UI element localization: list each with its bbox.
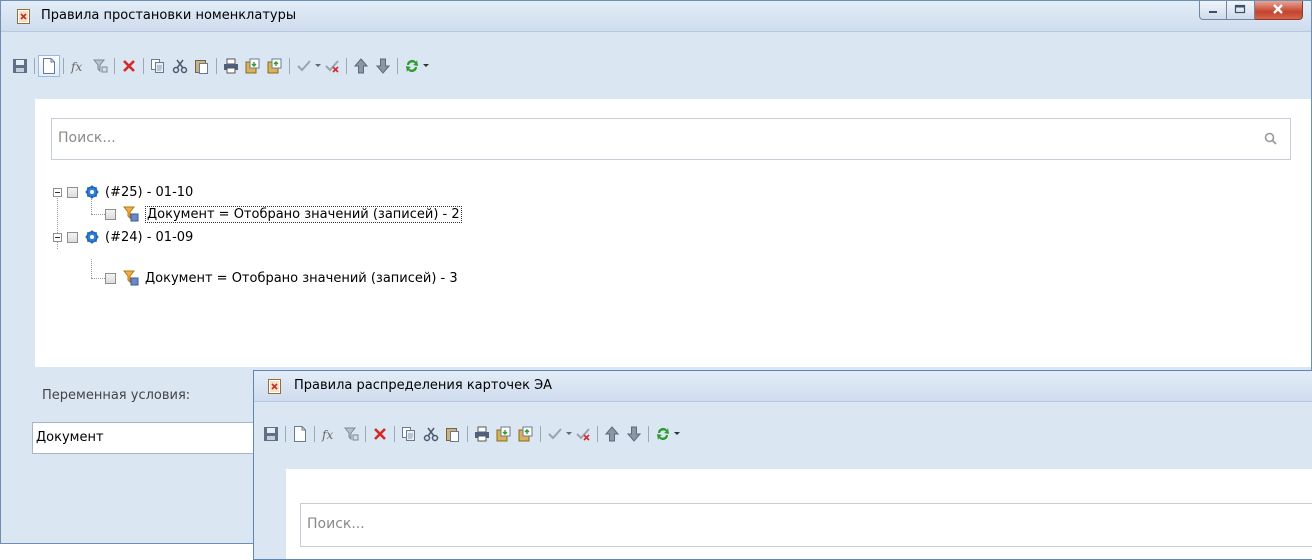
toolbar-separator	[314, 426, 315, 442]
uncheck-icon[interactable]	[321, 55, 343, 77]
tree-node[interactable]: (#25) - 01-10	[53, 181, 193, 203]
rules-panel: Поиск...	[286, 469, 1312, 559]
node-label: (#24) - 01-09	[105, 229, 194, 245]
toolbar-separator	[394, 426, 395, 442]
toolbar-separator	[648, 426, 649, 442]
node-checkbox[interactable]	[105, 208, 116, 220]
tree-node-child[interactable]: Документ = Отобрано значений (записей) -…	[105, 267, 458, 289]
cut-icon[interactable]	[169, 55, 191, 77]
print-icon[interactable]	[471, 423, 493, 445]
svg-text:fx: fx	[321, 428, 333, 442]
move-up-icon[interactable]	[350, 55, 372, 77]
filter-icon	[123, 206, 139, 222]
variable-value: Документ	[36, 430, 104, 445]
export-icon[interactable]	[515, 423, 537, 445]
minimize-button[interactable]	[1199, 1, 1227, 20]
toolbar-separator	[467, 426, 468, 442]
tree-node-child[interactable]: Документ = Отобрано значений (записей) -…	[105, 203, 462, 225]
node-checkbox[interactable]	[105, 272, 116, 284]
search-icon[interactable]	[1264, 132, 1278, 150]
svg-text:fx: fx	[70, 60, 82, 74]
collapse-toggle[interactable]	[53, 232, 62, 242]
check-icon[interactable]	[544, 423, 566, 445]
chevron-down-icon[interactable]	[423, 55, 429, 77]
delete-icon[interactable]	[118, 55, 140, 77]
formula-icon[interactable]: fx	[318, 423, 340, 445]
title-bar[interactable]: Правила распределения карточек ЭА	[254, 371, 1312, 402]
toolbar-separator	[346, 58, 347, 74]
filter-icon[interactable]	[340, 423, 362, 445]
node-checkbox[interactable]	[67, 231, 78, 243]
maximize-button[interactable]	[1227, 1, 1255, 20]
title-bar[interactable]: Правила простановки номенклатуры	[1, 1, 1311, 32]
document-app-icon	[17, 9, 31, 24]
chevron-down-icon[interactable]	[674, 423, 680, 445]
toolbar-separator	[114, 58, 115, 74]
card-distribution-window: Правила распределения карточек ЭА fx Пои…	[253, 370, 1312, 560]
collapse-toggle[interactable]	[53, 187, 62, 197]
filter-icon	[123, 270, 139, 286]
toolbar-separator	[143, 58, 144, 74]
paste-icon[interactable]	[442, 423, 464, 445]
refresh-icon[interactable]	[652, 423, 674, 445]
node-label: (#25) - 01-10	[105, 184, 194, 200]
move-down-icon[interactable]	[623, 423, 645, 445]
uncheck-icon[interactable]	[572, 423, 594, 445]
toolbar-separator	[34, 58, 35, 74]
export-icon[interactable]	[264, 55, 286, 77]
move-up-icon[interactable]	[601, 423, 623, 445]
node-label: Документ = Отобрано значений (записей) -…	[145, 205, 462, 223]
node-checkbox[interactable]	[67, 186, 78, 198]
variable-label: Переменная условия:	[42, 388, 191, 403]
window-title: Правила распределения карточек ЭА	[294, 378, 553, 393]
search-input[interactable]: Поиск...	[300, 503, 1312, 547]
close-button[interactable]	[1255, 1, 1303, 20]
new-icon[interactable]	[289, 423, 311, 445]
new-icon[interactable]	[38, 55, 60, 77]
toolbar-separator	[285, 426, 286, 442]
save-icon[interactable]	[9, 55, 31, 77]
check-icon[interactable]	[293, 55, 315, 77]
move-down-icon[interactable]	[372, 55, 394, 77]
copy-icon[interactable]	[147, 55, 169, 77]
import-icon[interactable]	[493, 423, 515, 445]
import-icon[interactable]	[242, 55, 264, 77]
caption-buttons	[1199, 1, 1303, 23]
rules-panel: Поиск... (#25) - 01-10 Документ = Отобра…	[35, 99, 1311, 367]
toolbar-separator	[63, 58, 64, 74]
toolbar-separator	[540, 426, 541, 442]
delete-icon[interactable]	[369, 423, 391, 445]
search-placeholder: Поиск...	[307, 516, 365, 532]
copy-icon[interactable]	[398, 423, 420, 445]
cut-icon[interactable]	[420, 423, 442, 445]
paste-icon[interactable]	[191, 55, 213, 77]
document-app-icon	[268, 379, 282, 394]
toolbar-separator	[397, 58, 398, 74]
tree-node[interactable]: (#24) - 01-09	[53, 226, 193, 248]
toolbar-separator	[597, 426, 598, 442]
print-icon[interactable]	[220, 55, 242, 77]
variable-field[interactable]: Документ	[32, 422, 272, 454]
node-label: Документ = Отобрано значений (записей) -…	[145, 270, 458, 286]
search-input[interactable]: Поиск...	[51, 118, 1291, 160]
toolbar-separator	[289, 58, 290, 74]
toolbar-separator	[216, 58, 217, 74]
window-title: Правила простановки номенклатуры	[41, 8, 297, 23]
filter-icon[interactable]	[89, 55, 111, 77]
toolbar: fx	[254, 421, 1312, 447]
gear-icon	[85, 185, 99, 199]
save-icon[interactable]	[260, 423, 282, 445]
gear-icon	[85, 230, 99, 244]
formula-icon[interactable]: fx	[67, 55, 89, 77]
refresh-icon[interactable]	[401, 55, 423, 77]
toolbar-separator	[365, 426, 366, 442]
toolbar: fx	[1, 53, 1311, 79]
search-placeholder: Поиск...	[58, 130, 116, 146]
